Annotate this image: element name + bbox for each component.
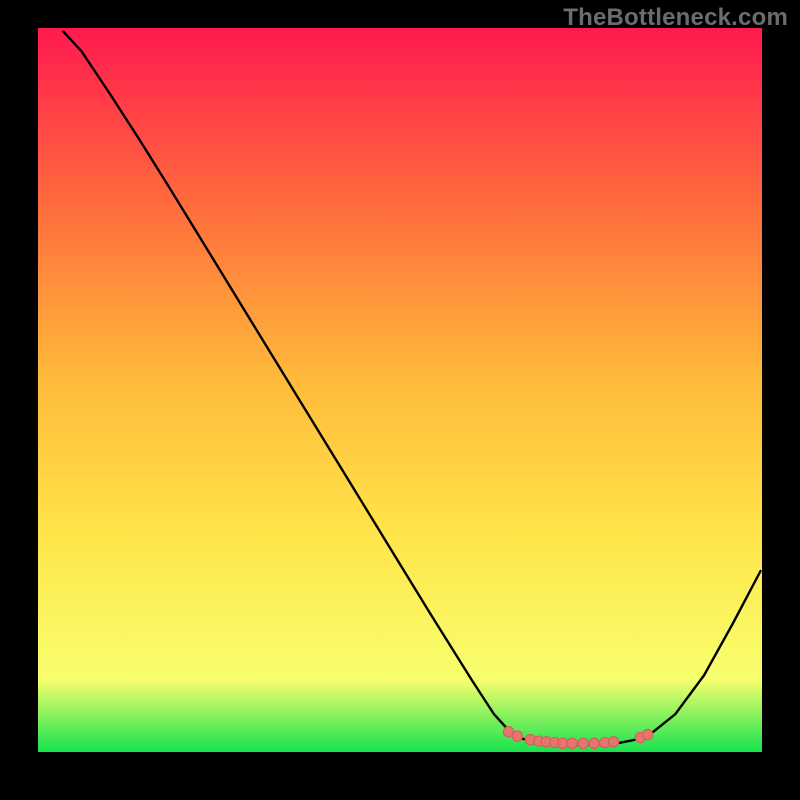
marker-dot: [608, 737, 618, 747]
chart-svg: [38, 28, 762, 752]
marker-dot: [512, 731, 522, 741]
marker-dot: [589, 738, 599, 748]
marker-dot: [567, 738, 577, 748]
gradient-background: [38, 28, 762, 752]
marker-dot: [558, 738, 568, 748]
marker-dot: [642, 729, 652, 739]
watermark-text: TheBottleneck.com: [563, 4, 788, 32]
plot-area: [38, 28, 762, 752]
marker-dot: [578, 738, 588, 748]
chart-frame: TheBottleneck.com: [0, 0, 800, 800]
